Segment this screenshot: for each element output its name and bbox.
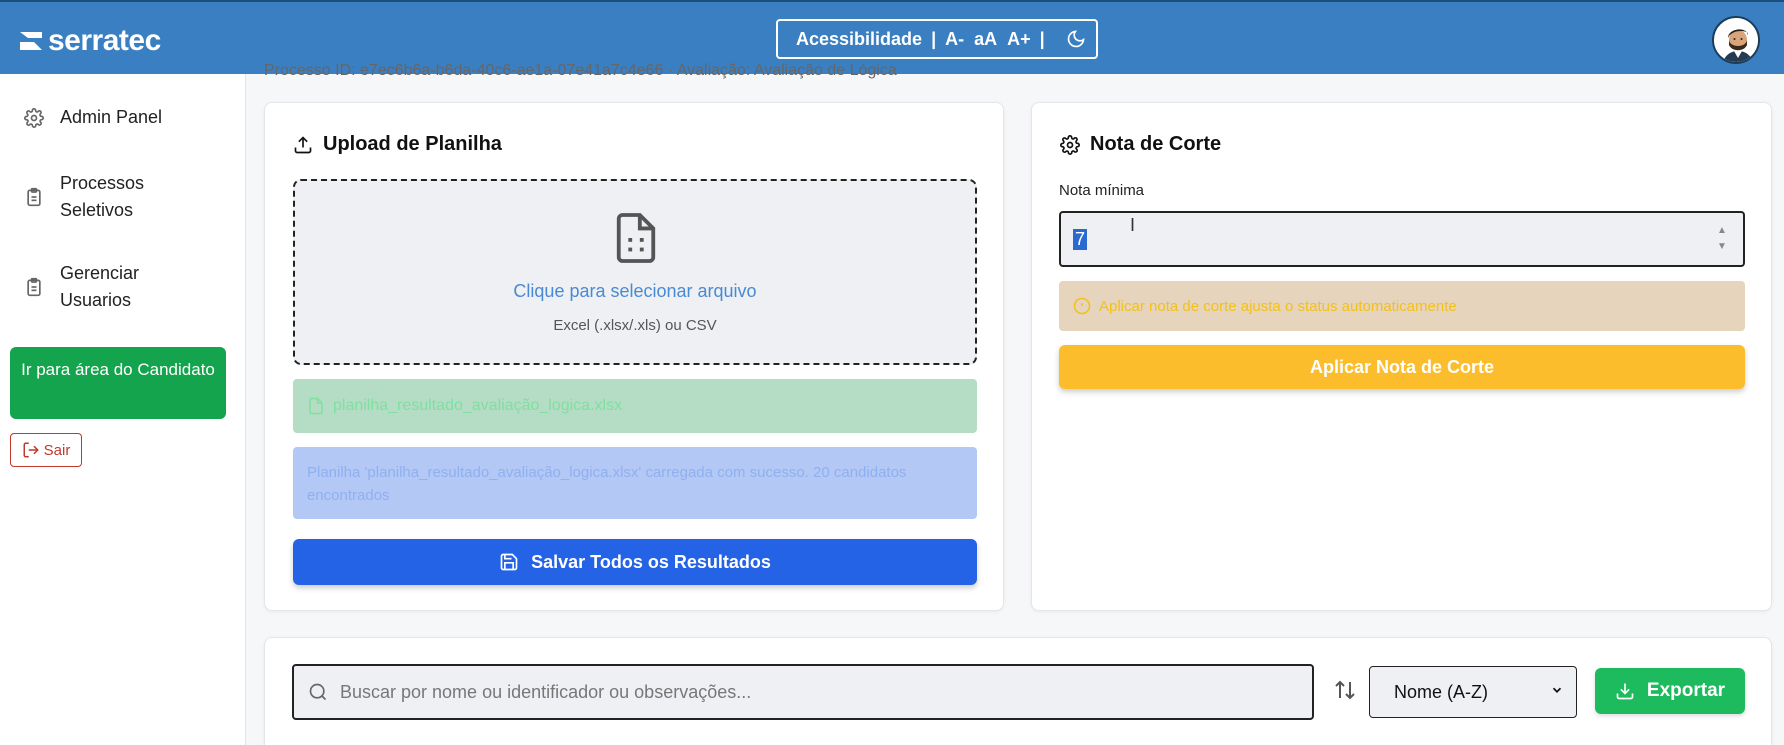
font-increase-button[interactable]: A+ bbox=[1007, 29, 1031, 50]
process-info-text: Processo ID: e7ec6b6a-b6da-40c6-ae1a-07e… bbox=[264, 62, 897, 79]
separator: | bbox=[931, 28, 937, 49]
save-all-results-button[interactable]: Salvar Todos os Resultados bbox=[293, 539, 977, 585]
cutoff-title-text: Nota de Corte bbox=[1090, 133, 1222, 155]
export-button[interactable]: Exportar bbox=[1595, 668, 1745, 714]
clipboard-icon bbox=[22, 275, 46, 299]
clipboard-icon bbox=[22, 185, 46, 209]
save-button-label: Salvar Todos os Resultados bbox=[531, 551, 771, 572]
text-cursor-icon: I bbox=[1130, 215, 1136, 235]
spreadsheet-file-icon bbox=[613, 211, 659, 270]
upload-title: Upload de Planilha bbox=[293, 133, 502, 156]
save-icon bbox=[499, 552, 519, 572]
accessibility-toolbar: Acessibilidade | A- aA A+ | bbox=[776, 19, 1098, 59]
dark-mode-toggle[interactable] bbox=[1066, 29, 1086, 49]
sort-select[interactable]: Nome (A-Z) bbox=[1369, 666, 1577, 718]
export-label: Exportar bbox=[1646, 680, 1726, 701]
dropzone-sub-text: Excel (.xlsx/.xls) ou CSV bbox=[553, 317, 717, 334]
sidebar-item-label: Gerenciar Usuarios bbox=[60, 263, 140, 310]
candidate-area-button[interactable]: Ir para área do Candidato bbox=[10, 347, 226, 419]
search-icon bbox=[308, 682, 328, 702]
gear-icon bbox=[1060, 134, 1080, 155]
chevron-down-icon bbox=[1550, 683, 1564, 697]
separator: | bbox=[1039, 28, 1045, 49]
selected-file-name: planilha_resultado_avaliação_logica.xlsx bbox=[333, 397, 623, 414]
logout-icon bbox=[23, 442, 39, 458]
upload-success-message: Planilha 'planilha_resultado_avaliação_l… bbox=[293, 447, 977, 519]
sidebar-item-processos-seletivos[interactable]: Processos Seletivos bbox=[22, 170, 172, 224]
user-avatar[interactable] bbox=[1712, 16, 1760, 64]
logout-button[interactable]: Sair bbox=[10, 433, 82, 467]
cutoff-warning: Aplicar nota de corte ajusta o status au… bbox=[1059, 281, 1745, 331]
sidebar-item-label: Processos Seletivos bbox=[60, 173, 145, 220]
logo-text: serratec bbox=[48, 24, 161, 57]
sidebar: Admin Panel Processos Seletivos Gerencia… bbox=[0, 74, 246, 745]
file-dropzone[interactable]: Clique para selecionar arquivo Excel (.x… bbox=[293, 179, 977, 365]
sort-selected-value: Nome (A-Z) bbox=[1394, 681, 1488, 702]
font-normal-button[interactable]: aA bbox=[974, 29, 997, 50]
sidebar-item-gerenciar-usuarios[interactable]: Gerenciar Usuarios bbox=[22, 260, 172, 314]
search-card: Buscar por nome ou identificador ou obse… bbox=[264, 637, 1772, 745]
selected-file-bar: planilha_resultado_avaliação_logica.xlsx bbox=[293, 379, 977, 433]
search-input[interactable]: Buscar por nome ou identificador ou obse… bbox=[292, 664, 1314, 720]
dropzone-main-text: Clique para selecionar arquivo bbox=[513, 281, 757, 301]
min-grade-input[interactable]: 7 I ▲ ▼ bbox=[1059, 211, 1745, 267]
cutoff-title: Nota de Corte bbox=[1060, 133, 1221, 156]
info-icon bbox=[1073, 297, 1091, 315]
min-grade-label: Nota mínima bbox=[1059, 182, 1145, 199]
logout-label: Sair bbox=[43, 441, 71, 459]
upload-card: Upload de Planilha Clique para seleciona… bbox=[264, 102, 1004, 611]
process-info: Processo ID: e7ec6b6a-b6da-40c6-ae1a-07e… bbox=[264, 58, 964, 80]
upload-icon bbox=[293, 135, 313, 155]
logo-icon bbox=[18, 28, 44, 54]
download-icon bbox=[1615, 681, 1635, 701]
search-placeholder: Buscar por nome ou identificador ou obse… bbox=[340, 681, 752, 702]
min-grade-value: 7 bbox=[1073, 228, 1088, 250]
cutoff-card: Nota de Corte Nota mínima 7 I ▲ ▼ Aplicar… bbox=[1031, 102, 1772, 611]
font-decrease-button[interactable]: A- bbox=[945, 29, 964, 50]
sidebar-item-admin-panel[interactable]: Admin Panel bbox=[22, 104, 162, 131]
accessibility-label: Acessibilidade bbox=[796, 28, 923, 49]
moon-icon bbox=[1067, 30, 1085, 48]
cutoff-warning-text: Aplicar nota de corte ajusta o status au… bbox=[1099, 297, 1457, 315]
gear-icon bbox=[22, 106, 46, 130]
sort-icon bbox=[1333, 678, 1357, 702]
number-stepper[interactable]: ▲ ▼ bbox=[1715, 223, 1729, 255]
sidebar-item-label: Admin Panel bbox=[60, 107, 163, 127]
logo[interactable]: serratec bbox=[18, 24, 161, 58]
apply-cutoff-button[interactable]: Aplicar Nota de Corte bbox=[1059, 345, 1745, 389]
file-icon bbox=[307, 397, 325, 415]
upload-title-text: Upload de Planilha bbox=[323, 133, 502, 155]
